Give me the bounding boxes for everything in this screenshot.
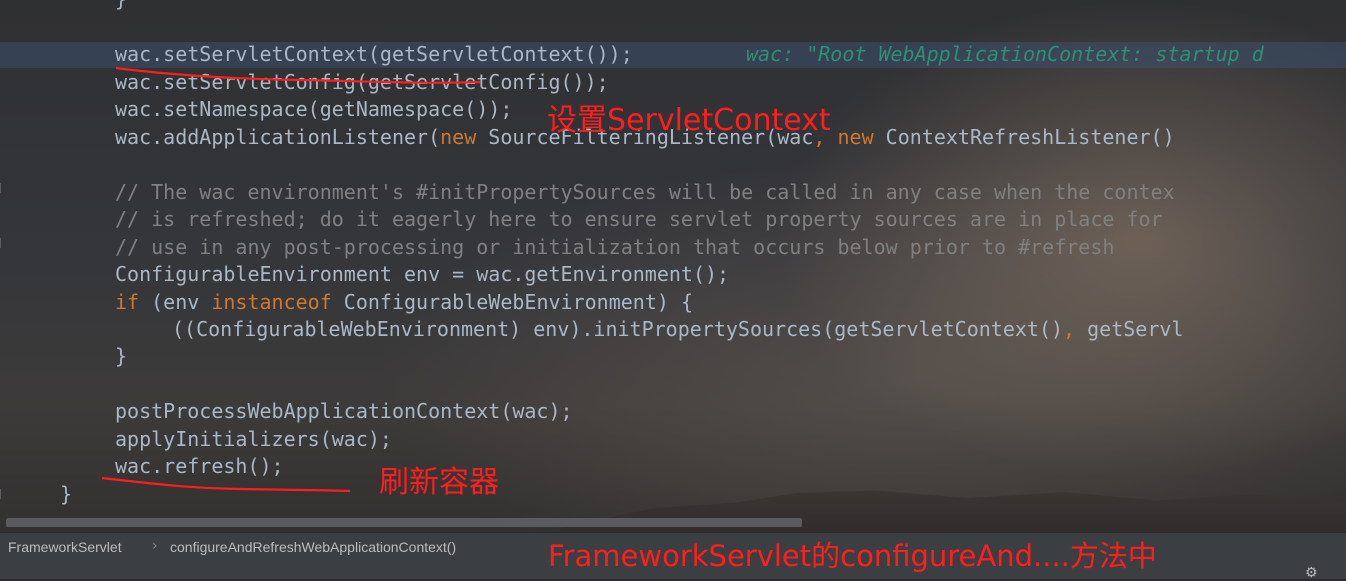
horizontal-scrollbar[interactable] (6, 518, 802, 527)
chevron-right-icon: › (152, 538, 158, 554)
breadcrumb-method[interactable]: configureAndRefreshWebApplicationContext… (170, 539, 456, 555)
underline-refresh (101, 476, 351, 493)
annotation-refresh-container: 刷新容器 (379, 465, 499, 500)
annotation-underlines (101, 66, 537, 570)
annotation-method-note: FrameworkServlet的configureAnd....方法中 (548, 539, 1157, 573)
underline-set-servlet-context (115, 66, 481, 84)
annotation-set-servlet-context: 设置ServletContext (547, 103, 831, 138)
breadcrumb-class[interactable]: FrameworkServlet (8, 539, 122, 555)
gear-icon[interactable]: ⚙ (1305, 565, 1318, 581)
